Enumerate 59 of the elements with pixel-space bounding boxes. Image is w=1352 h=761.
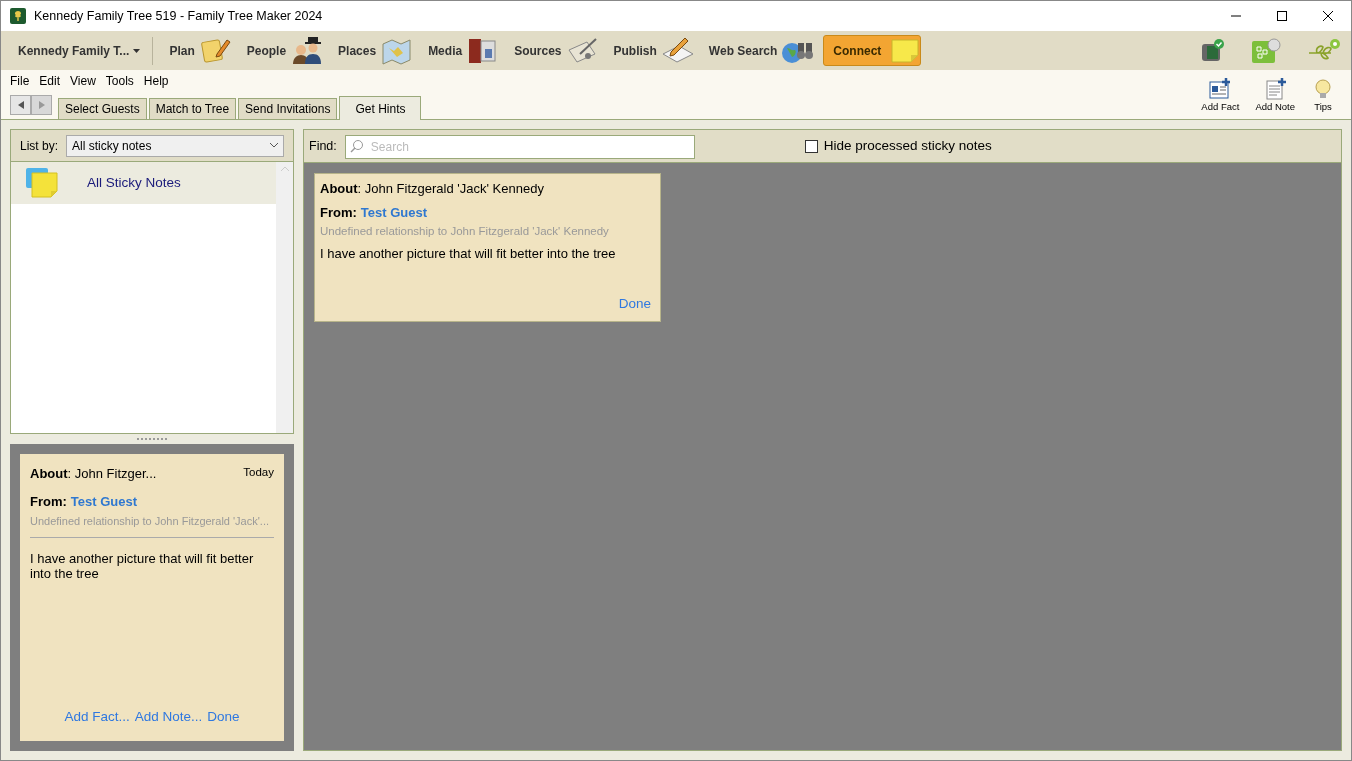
toolbar-note-button[interactable]: Add Note [1253,78,1297,119]
left-arrow-icon [17,101,24,109]
about-text: About: John Fitzger... [30,465,157,483]
search-icon [349,139,364,153]
tree-dropdown[interactable]: Kennedy Family T... [18,41,141,60]
tab[interactable]: Select Guests [58,98,147,119]
from-label: From: [30,492,67,511]
back-button[interactable] [10,95,31,115]
toolbar-fact-button[interactable]: Add Fact [1199,78,1242,119]
page-plus-icon [1263,78,1288,100]
from-label: From: [320,203,357,222]
relationship-text: Undefined relationship to John Fitzgerald 'Jack' Kennedy [320,224,610,239]
nav-publish-button[interactable]: Publish [613,35,693,66]
search-field[interactable]: Search [344,135,695,159]
list-item[interactable]: All Sticky Notes [11,162,276,204]
chevron-down-icon [270,143,278,148]
message-text: I have another picture that will fit better into the tree [320,245,617,264]
tab[interactable]: Send Invitations [238,98,338,119]
card-plus-icon [1208,78,1233,100]
guest-link[interactable]: Test Guest [360,202,428,222]
couple-icon [290,35,323,66]
maximize-icon [1277,11,1287,21]
tab[interactable]: Match to Tree [148,98,237,119]
guest-link[interactable]: Test Guest [70,491,138,511]
window-title: Kennedy Family Tree 519 - Family Tree Maker 2024 [34,7,323,25]
relationship-text: Undefined relationship to John Fitzgerald 'Jack'... [30,514,270,529]
checkbox[interactable] [804,139,818,153]
sync-status-icon[interactable] [1199,38,1225,63]
find-label: Find: [309,137,337,155]
message-text: I have another picture that will fit better into the tree [30,550,255,581]
nav-websearch-button[interactable]: Web Search [708,35,814,66]
list-by-dropdown[interactable]: All sticky notes [66,134,284,157]
date-text: Today [243,465,274,480]
tab[interactable]: Get Hints [339,96,422,120]
right-arrow-icon [38,101,45,109]
splitter-handle[interactable] [137,438,167,440]
nav-media-button[interactable]: Media [428,35,499,66]
nav-places-button[interactable]: Places [338,35,413,66]
list-by-label: List by: [20,137,58,155]
toolbar-tips-button[interactable]: Tips [1309,78,1337,119]
app-tree-icon [10,8,26,24]
nav-sources-button[interactable]: Sources [514,35,598,66]
hide-processed-label[interactable]: Hide processed sticky notes [823,135,992,157]
menu-item[interactable]: View [65,71,101,90]
menu-item[interactable]: Edit [34,71,66,90]
close-icon [1323,11,1333,21]
nav-plan-button[interactable]: Plan [169,35,231,66]
menu-item[interactable]: Tools [100,71,139,90]
tree-sync-icon[interactable] [1251,37,1281,64]
scroll-up-icon[interactable] [280,166,289,171]
connect-button[interactable]: Connect [823,35,922,66]
menu-item[interactable]: File [5,71,35,90]
sticky-notes-icon [25,167,59,199]
about-text: About: John Fitzgerald 'Jack' Kennedy [320,180,545,198]
caret-icon [133,48,141,53]
nav-people-button[interactable]: People [246,35,323,66]
menu-item[interactable]: Help [138,71,174,90]
sticky-note-icon [891,38,920,63]
scrollbar[interactable] [276,162,293,433]
